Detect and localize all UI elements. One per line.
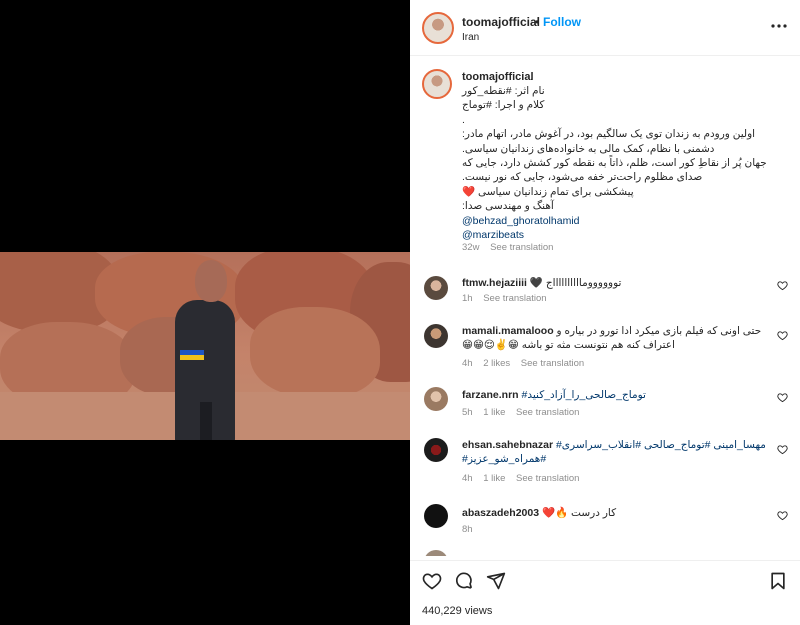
comment-body: abaszadeh2003 کار درست 🔥❤️	[462, 506, 772, 520]
caption-line: صدای مظلوم راحت‌تر خفه می‌شود، جایی که ن…	[462, 171, 703, 184]
comment-body: farzane.nrn توماج_صالحی_را_آزاد_کنید#	[462, 388, 772, 402]
comment-meta: 4h 1 like See translation	[462, 473, 587, 484]
see-translation-link[interactable]: See translation	[490, 242, 553, 253]
caption-line: آهنگ و مهندسی صدا:	[462, 200, 554, 213]
comment-username[interactable]: mamali.mamalooo	[462, 325, 554, 337]
header-dot: •	[535, 15, 540, 29]
comment-username[interactable]: ehsan.sahebnazar	[462, 439, 553, 451]
comment-time: 4h	[462, 473, 473, 484]
see-translation-link[interactable]: See translation	[483, 293, 546, 304]
comments-area[interactable]: toomajofficial . نام اثر: #نقطه_کور کلام…	[410, 56, 800, 556]
caption-username[interactable]: toomajofficial	[462, 71, 534, 83]
heart-icon[interactable]	[777, 330, 788, 341]
comment-time: 5h	[462, 407, 473, 418]
caption-line: کلام و اجرا: #توماج	[462, 99, 545, 112]
person-head	[195, 260, 227, 302]
caption-line: جهان پُر از نقاطِ کور است، ظلم، ذاتاً به…	[462, 157, 767, 170]
caption-meta: 32w See translation	[462, 242, 561, 253]
post-username[interactable]: toomajofficial	[462, 15, 540, 29]
location-link[interactable]: Iran	[462, 32, 479, 43]
heart-icon[interactable]	[777, 392, 788, 403]
comment-time: 8h	[462, 524, 473, 535]
rock	[250, 307, 380, 397]
side-panel: toomajofficial • Follow Iran toomajoffic…	[410, 0, 800, 625]
heart-icon[interactable]	[777, 510, 788, 521]
action-bar: 440,229 views	[410, 560, 800, 625]
mention-link[interactable]: @behzad_ghoratolhamid	[462, 214, 782, 228]
comment-body: mamali.mamalooo حتی اونی که فیلم بازی می…	[462, 324, 772, 352]
comment-username[interactable]: farzane.nrn	[462, 389, 519, 401]
comment-body: ftmw.hejaziiii توووووومااااااااااج 🖤	[462, 276, 772, 290]
follow-button[interactable]: Follow	[543, 15, 581, 29]
commenter-avatar[interactable]	[424, 387, 448, 411]
comment-time: 1h	[462, 293, 473, 304]
bookmark-icon[interactable]	[768, 571, 788, 591]
comment-likes[interactable]: 1 like	[483, 473, 505, 484]
caption-line: نام اثر: #نقطه_کور	[462, 85, 545, 97]
comment-time: 4h	[462, 358, 473, 369]
see-translation-link[interactable]: See translation	[516, 473, 579, 484]
comment-meta: 4h 2 likes See translation	[462, 358, 592, 369]
video-pane[interactable]	[0, 0, 410, 625]
comment-text: کار درست 🔥❤️	[541, 507, 617, 519]
commenter-avatar[interactable]	[424, 504, 448, 528]
comment-username[interactable]: ftmw.hejaziiii	[462, 277, 527, 289]
commenter-avatar[interactable]	[424, 276, 448, 300]
comment-meta: 1h See translation	[462, 293, 555, 304]
post-header: toomajofficial • Follow Iran	[410, 0, 800, 56]
caption-time: 32w	[462, 242, 480, 253]
caption-line: اولین ورودم به زندان توی یک سالگیم بود، …	[462, 128, 756, 141]
ukraine-flag-armband	[180, 350, 204, 360]
comment-icon[interactable]	[454, 571, 474, 591]
caption-text: نام اثر: #نقطه_کور کلام و اجرا: #توماج .…	[462, 84, 782, 242]
commenter-avatar[interactable]	[424, 550, 448, 556]
heart-icon[interactable]	[777, 280, 788, 291]
comment-meta: 8h	[462, 524, 481, 535]
see-translation-link[interactable]: See translation	[516, 407, 579, 418]
comment-likes[interactable]: 2 likes	[483, 358, 510, 369]
caption-dot: .	[530, 71, 534, 83]
heart-icon[interactable]	[777, 444, 788, 455]
heart-icon[interactable]	[422, 571, 442, 591]
comment-username[interactable]: abaszadeh2003	[462, 507, 539, 519]
caption-line: پیشکشی برای تمام زندانیان سیاسی ❤️	[462, 185, 634, 198]
commenter-avatar[interactable]	[424, 324, 448, 348]
comment-meta: 5h 1 like See translation	[462, 407, 587, 418]
avatar[interactable]	[422, 12, 454, 44]
share-icon[interactable]	[486, 571, 506, 591]
caption-line: .	[462, 113, 465, 126]
person-leg	[200, 402, 212, 440]
comment-body: ehsan.sahebnazar مهسا_امینی #توماج_صالحی…	[462, 438, 772, 466]
comment-text: توووووومااااااااااج 🖤	[529, 277, 622, 289]
caption-avatar[interactable]	[422, 69, 452, 99]
caption-line: دشمنی با نظام، کمک مالی به خانواده‌های ز…	[462, 142, 715, 155]
video-frame[interactable]	[0, 252, 410, 440]
mention-link[interactable]: @marzibeats	[462, 228, 782, 242]
comment-text[interactable]: توماج_صالحی_را_آزاد_کنید#	[522, 389, 646, 401]
comment-likes[interactable]: 1 like	[483, 407, 505, 418]
view-count[interactable]: 440,229 views	[422, 605, 492, 617]
see-translation-link[interactable]: See translation	[521, 358, 584, 369]
commenter-avatar[interactable]	[424, 438, 448, 462]
more-horizontal-icon[interactable]	[770, 20, 788, 32]
